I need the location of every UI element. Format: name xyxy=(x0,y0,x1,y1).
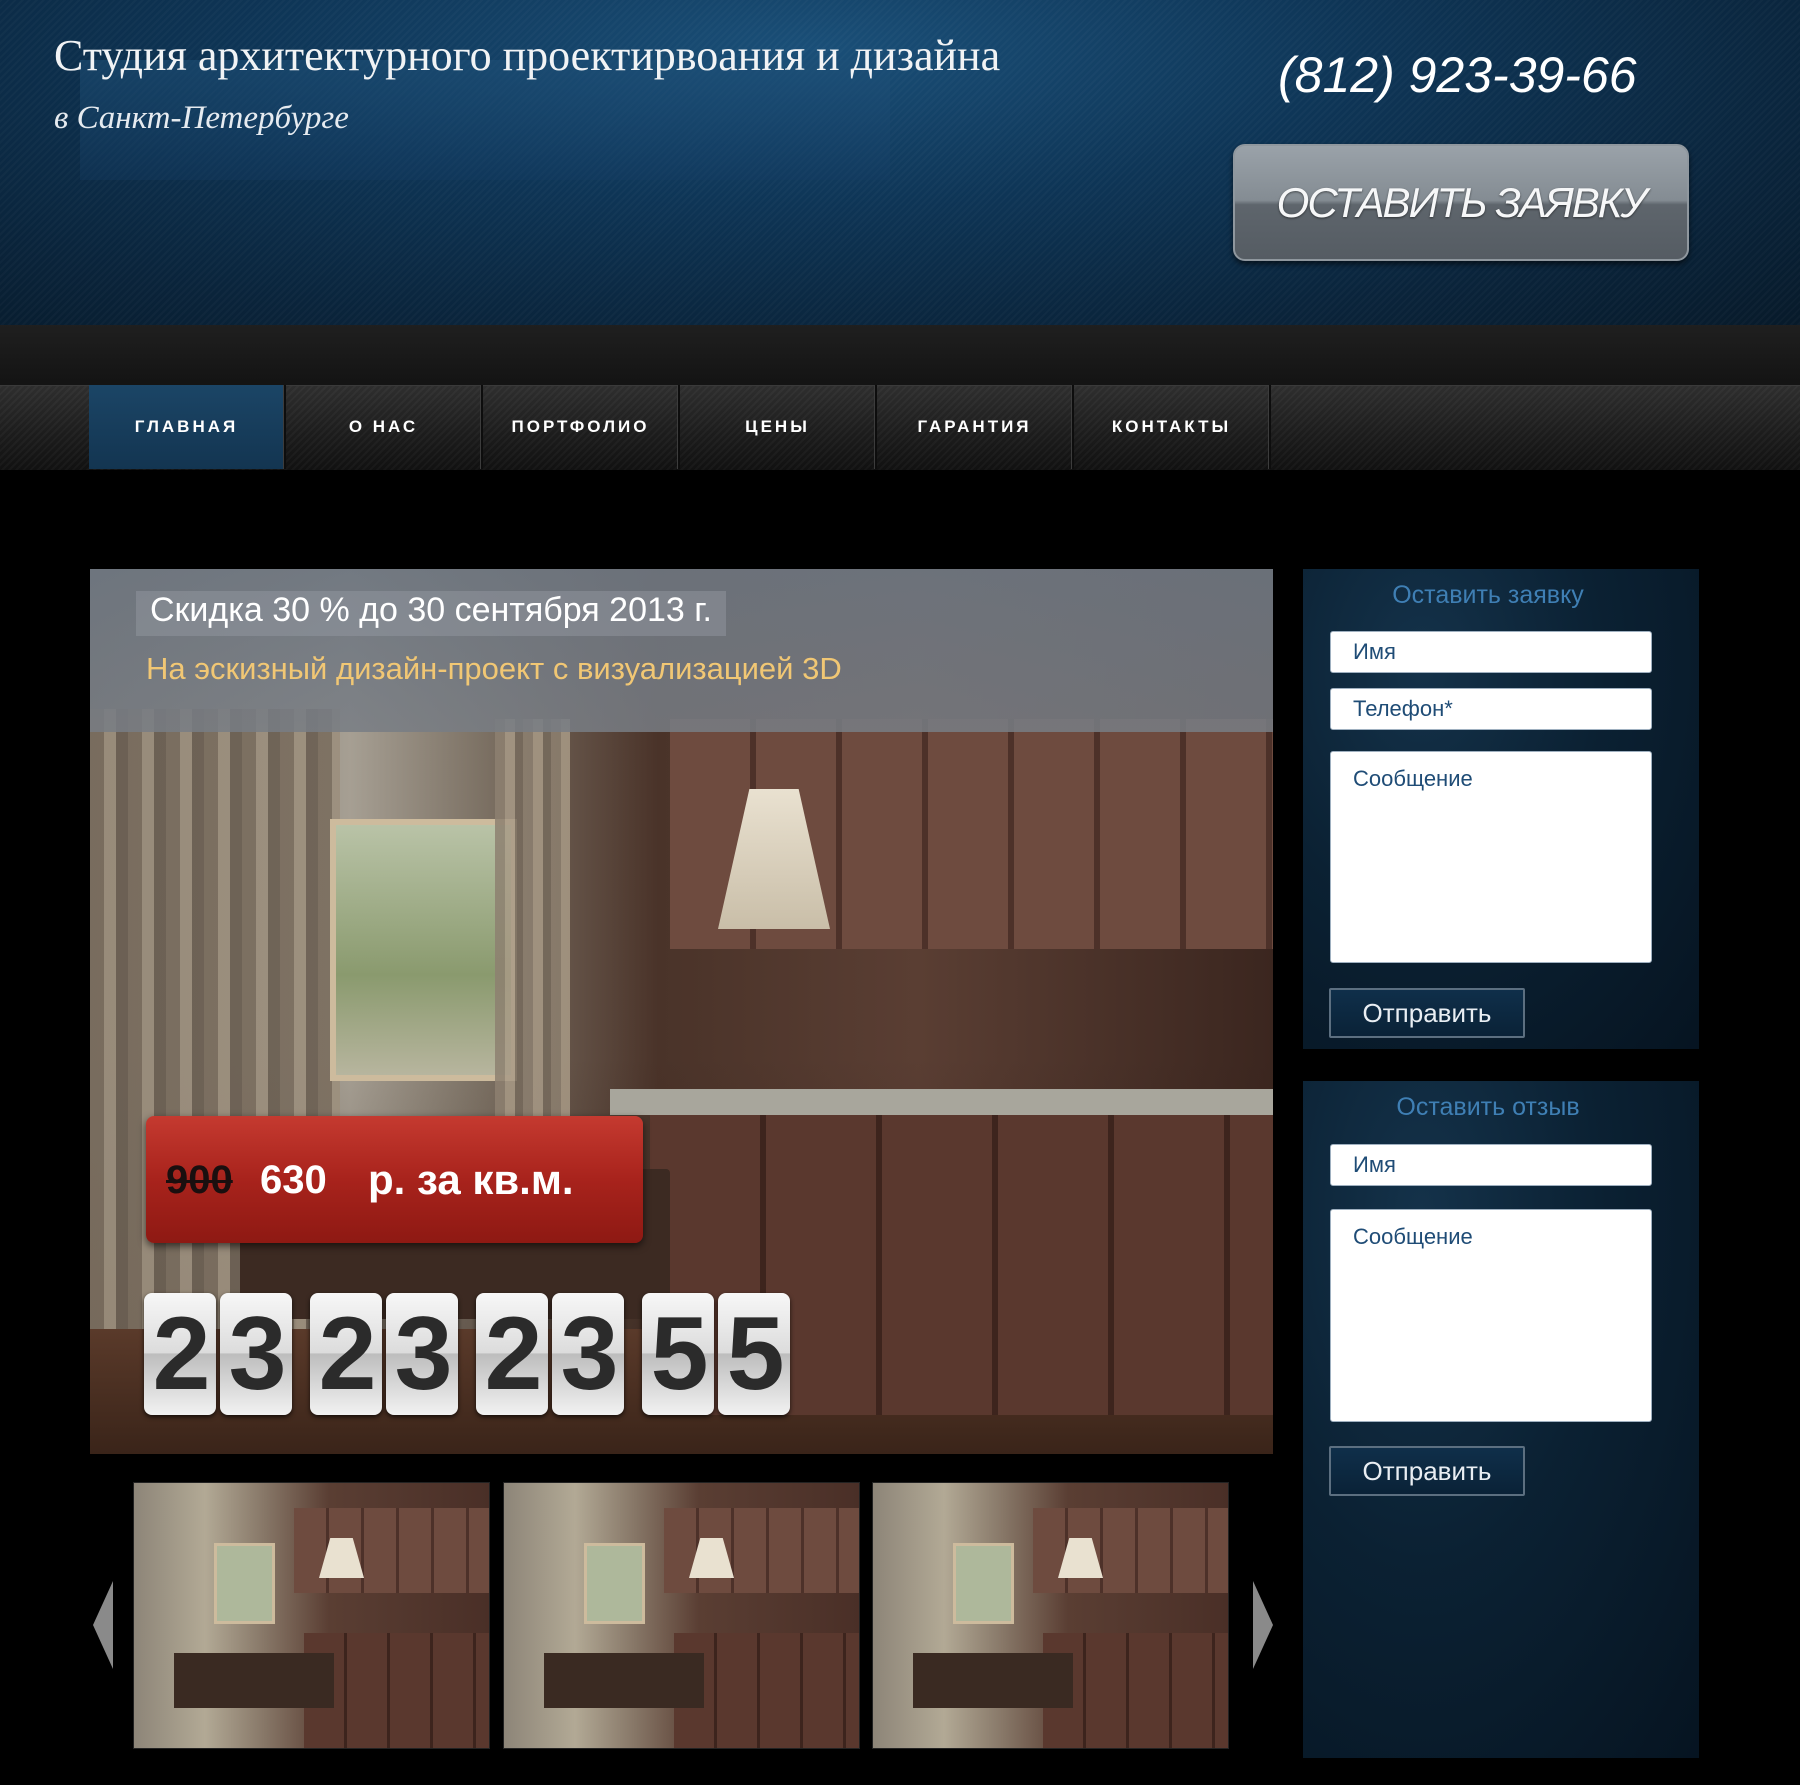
nav-item-contacts[interactable]: КОНТАКТЫ xyxy=(1074,385,1271,469)
nav-item-about[interactable]: О НАС xyxy=(286,385,483,469)
request-form-panel: Оставить заявку Отправить xyxy=(1303,569,1699,1049)
promo-title: Скидка 30 % до 30 сентября 2013 г. xyxy=(136,591,726,636)
thumb-window xyxy=(953,1543,1014,1624)
thumb-table xyxy=(913,1653,1073,1708)
countdown-digit: 5 xyxy=(642,1293,714,1415)
thumb-table xyxy=(174,1653,334,1708)
kitchen-image-counter xyxy=(610,1089,1273,1115)
thumb-window xyxy=(214,1543,275,1624)
nav-item-home[interactable]: ГЛАВНАЯ xyxy=(89,385,286,469)
triangle-right-icon[interactable] xyxy=(1253,1581,1273,1669)
countdown-digit: 2 xyxy=(310,1293,382,1415)
request-submit-button[interactable]: Отправить xyxy=(1329,988,1525,1038)
request-phone-input[interactable] xyxy=(1330,688,1652,730)
promo-subtitle: На эскизный дизайн-проект с визуализацие… xyxy=(146,651,842,686)
countdown-digit: 5 xyxy=(718,1293,790,1415)
hero-slide: Скидка 30 % до 30 сентября 2013 г. На эс… xyxy=(90,569,1273,1454)
request-form-title: Оставить заявку xyxy=(1392,581,1584,609)
promo-band: Скидка 30 % до 30 сентября 2013 г. На эс… xyxy=(90,569,1273,732)
site-title: Студия архитектурного проектирвоания и д… xyxy=(54,31,1001,80)
review-form-panel: Оставить отзыв Отправить xyxy=(1303,1081,1699,1758)
main-nav: ГЛАВНАЯ О НАС ПОРТФОЛИО ЦЕНЫ ГАРАНТИЯ КО… xyxy=(89,385,1271,469)
countdown-digit: 2 xyxy=(476,1293,548,1415)
kitchen-image-curtain-right xyxy=(495,719,570,1149)
price-banner: 900 630 р. за кв.м. xyxy=(146,1116,643,1243)
countdown-minutes: 2 3 xyxy=(476,1293,628,1415)
gallery-thumb[interactable] xyxy=(503,1482,860,1749)
countdown-seconds: 5 5 xyxy=(642,1293,794,1415)
countdown-digit: 3 xyxy=(552,1293,624,1415)
nav-item-guarantee[interactable]: ГАРАНТИЯ xyxy=(877,385,1074,469)
triangle-left-icon[interactable] xyxy=(93,1581,113,1669)
kitchen-image-window xyxy=(330,819,517,1081)
request-message-input[interactable] xyxy=(1330,751,1652,963)
gallery-thumb[interactable] xyxy=(133,1482,490,1749)
countdown-timer: 2 3 2 3 2 3 5 5 xyxy=(144,1293,808,1415)
site-header: Студия архитектурного проектирвоания и д… xyxy=(0,0,1800,325)
site-subtitle: в Санкт-Петербурге xyxy=(54,100,349,136)
old-price: 900 xyxy=(166,1158,233,1202)
review-name-input[interactable] xyxy=(1330,1144,1652,1186)
request-name-input[interactable] xyxy=(1330,631,1652,673)
phone-number: (812) 923-39-66 xyxy=(1278,47,1637,103)
countdown-hours: 2 3 xyxy=(310,1293,462,1415)
countdown-digit: 3 xyxy=(386,1293,458,1415)
nav-item-portfolio[interactable]: ПОРТФОЛИО xyxy=(483,385,680,469)
review-submit-button[interactable]: Отправить xyxy=(1329,1446,1525,1496)
thumb-cabinets xyxy=(294,1508,489,1593)
thumb-window xyxy=(584,1543,645,1624)
review-message-input[interactable] xyxy=(1330,1209,1652,1422)
gallery-thumb[interactable] xyxy=(872,1482,1229,1749)
price-unit: р. за кв.м. xyxy=(368,1156,574,1203)
review-form-title: Оставить отзыв xyxy=(1396,1093,1580,1121)
order-button[interactable]: ОСТАВИТЬ ЗАЯВКУ xyxy=(1233,144,1689,261)
thumb-table xyxy=(544,1653,704,1708)
thumb-cabinets xyxy=(664,1508,859,1593)
nav-item-prices[interactable]: ЦЕНЫ xyxy=(680,385,877,469)
thumb-cabinets xyxy=(1033,1508,1228,1593)
new-price: 630 xyxy=(260,1158,327,1202)
countdown-days: 2 3 xyxy=(144,1293,296,1415)
countdown-digit: 3 xyxy=(220,1293,292,1415)
countdown-digit: 2 xyxy=(144,1293,216,1415)
